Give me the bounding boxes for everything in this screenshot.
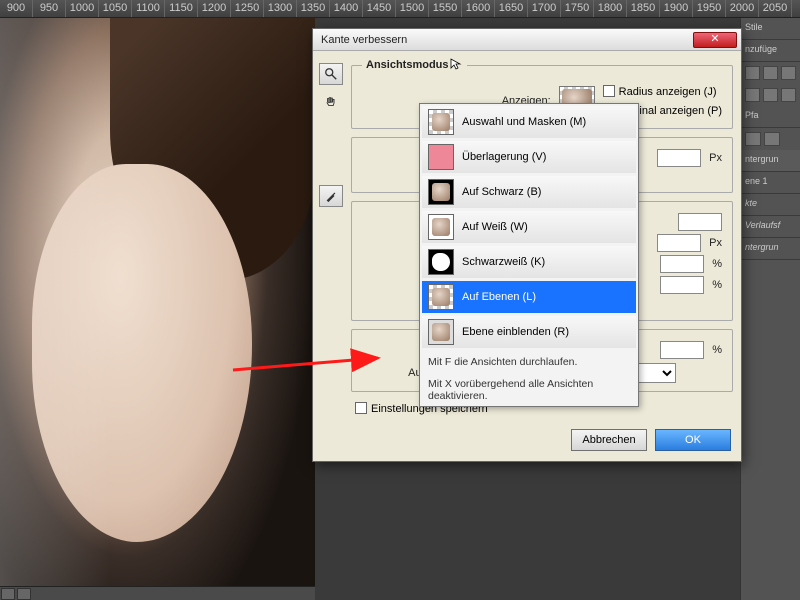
document-image bbox=[0, 18, 315, 600]
dialog-titlebar[interactable]: Kante verbessern ✕ bbox=[313, 29, 741, 51]
view-option-label: Auf Ebenen (L) bbox=[462, 291, 536, 303]
panel-tab[interactable]: nzufüge bbox=[741, 40, 800, 62]
view-option-label: Auf Weiß (W) bbox=[462, 221, 528, 233]
view-option-thumb bbox=[428, 249, 454, 275]
view-option-label: Überlagerung (V) bbox=[462, 151, 546, 163]
ruler-tick: 1150 bbox=[165, 0, 198, 17]
zoom-tool-icon[interactable] bbox=[319, 63, 343, 85]
dialog-title: Kante verbessern bbox=[317, 34, 693, 46]
ok-button[interactable]: OK bbox=[655, 429, 731, 451]
section-legend: Ansichtsmodus bbox=[362, 57, 467, 74]
radius-field[interactable] bbox=[657, 149, 701, 167]
ruler-tick: 1750 bbox=[561, 0, 594, 17]
panel-tab[interactable]: Stile bbox=[741, 18, 800, 40]
layer-row[interactable]: ene 1 bbox=[741, 172, 800, 194]
panel-icon[interactable] bbox=[745, 132, 761, 146]
refine-edge-dialog: Kante verbessern ✕ Ansichtsmodus Anzeige… bbox=[312, 28, 742, 462]
dialog-main: Ansichtsmodus Anzeigen: Radius anzeigen … bbox=[351, 57, 733, 415]
view-option-thumb bbox=[428, 284, 454, 310]
panel-icon[interactable] bbox=[764, 132, 780, 146]
layer-row[interactable]: ntergrun bbox=[741, 238, 800, 260]
panel-icon[interactable] bbox=[781, 66, 796, 80]
ruler-tick: 1500 bbox=[396, 0, 429, 17]
layer-effect[interactable]: Verlaufsf bbox=[741, 216, 800, 238]
view-option-thumb bbox=[428, 214, 454, 240]
ruler-tick: 950 bbox=[33, 0, 66, 17]
dropdown-hint: Mit X vorübergehend alle Ansichten deakt… bbox=[420, 372, 638, 406]
hand-tool-icon[interactable] bbox=[319, 91, 343, 113]
ruler-tick: 1300 bbox=[264, 0, 297, 17]
view-option-label: Auf Schwarz (B) bbox=[462, 186, 541, 198]
view-option-thumb bbox=[428, 144, 454, 170]
ruler-tick: 1250 bbox=[231, 0, 264, 17]
ruler-tick: 1700 bbox=[528, 0, 561, 17]
view-mode-option[interactable]: Überlagerung (V) bbox=[421, 140, 637, 174]
view-option-label: Schwarzweiß (K) bbox=[462, 256, 545, 268]
view-mode-option[interactable]: Ebene einblenden (R) bbox=[421, 315, 637, 349]
cursor-icon bbox=[449, 57, 463, 74]
close-button[interactable]: ✕ bbox=[693, 32, 737, 48]
layer-row[interactable]: ntergrun bbox=[741, 150, 800, 172]
canvas[interactable] bbox=[0, 18, 315, 600]
output-amount-field[interactable] bbox=[660, 341, 704, 359]
view-mode-option[interactable]: Auf Schwarz (B) bbox=[421, 175, 637, 209]
brush-tool-icon[interactable] bbox=[319, 185, 343, 207]
view-mode-dropdown: Auswahl und Masken (M) Überlagerung (V) Au… bbox=[419, 103, 639, 407]
adjust-field-1[interactable] bbox=[678, 213, 722, 231]
scroll-left-icon[interactable] bbox=[1, 588, 15, 600]
ruler-tick: 1000 bbox=[66, 0, 99, 17]
show-radius-checkbox[interactable]: Radius anzeigen (J) bbox=[603, 85, 722, 98]
view-mode-option[interactable]: Schwarzweiß (K) bbox=[421, 245, 637, 279]
ruler-tick: 1850 bbox=[627, 0, 660, 17]
ruler-tick: 900 bbox=[0, 0, 33, 17]
ruler-tick: 1100 bbox=[132, 0, 165, 17]
view-option-thumb bbox=[428, 319, 454, 345]
ruler-tick: 2000 bbox=[726, 0, 759, 17]
panel-icon[interactable] bbox=[763, 88, 778, 102]
horizontal-scrollbar[interactable] bbox=[0, 586, 315, 600]
panel-icon[interactable] bbox=[781, 88, 796, 102]
tool-column bbox=[317, 57, 345, 415]
ruler-tick: 1450 bbox=[363, 0, 396, 17]
view-option-thumb bbox=[428, 109, 454, 135]
ruler-tick: 1650 bbox=[495, 0, 528, 17]
ruler-tick: 1600 bbox=[462, 0, 495, 17]
panel-icon[interactable] bbox=[745, 88, 760, 102]
ruler-tick: 1800 bbox=[594, 0, 627, 17]
view-mode-option[interactable]: Auf Weiß (W) bbox=[421, 210, 637, 244]
ruler-tick: 1350 bbox=[297, 0, 330, 17]
view-option-label: Ebene einblenden (R) bbox=[462, 326, 569, 338]
view-option-label: Auswahl und Masken (M) bbox=[462, 116, 586, 128]
ruler-tick: 1050 bbox=[99, 0, 132, 17]
ruler-tick: 1400 bbox=[330, 0, 363, 17]
ruler-tick: 1950 bbox=[693, 0, 726, 17]
ruler-tick: 2050 bbox=[759, 0, 792, 17]
right-panel-dock: Stile nzufüge Pfa ntergrun ene 1 kte Ver… bbox=[740, 18, 800, 600]
panel-icon[interactable] bbox=[763, 66, 778, 80]
view-option-thumb bbox=[428, 179, 454, 205]
view-mode-option[interactable]: Auf Ebenen (L) bbox=[421, 280, 637, 314]
ruler-top: 9009501000105011001150120012501300135014… bbox=[0, 0, 800, 18]
adjust-field-2[interactable] bbox=[657, 234, 701, 252]
dropdown-hint: Mit F die Ansichten durchlaufen. bbox=[420, 350, 638, 372]
ruler-tick: 1550 bbox=[429, 0, 462, 17]
scroll-right-icon[interactable] bbox=[17, 588, 31, 600]
panel-icon[interactable] bbox=[745, 66, 760, 80]
adjust-field-3[interactable] bbox=[660, 255, 704, 273]
ruler-tick: 1200 bbox=[198, 0, 231, 17]
layer-effect[interactable]: kte bbox=[741, 194, 800, 216]
view-mode-option[interactable]: Auswahl und Masken (M) bbox=[421, 105, 637, 139]
ruler-tick: 1900 bbox=[660, 0, 693, 17]
panel-tab[interactable]: Pfa bbox=[741, 106, 800, 128]
cancel-button[interactable]: Abbrechen bbox=[571, 429, 647, 451]
adjust-field-4[interactable] bbox=[660, 276, 704, 294]
